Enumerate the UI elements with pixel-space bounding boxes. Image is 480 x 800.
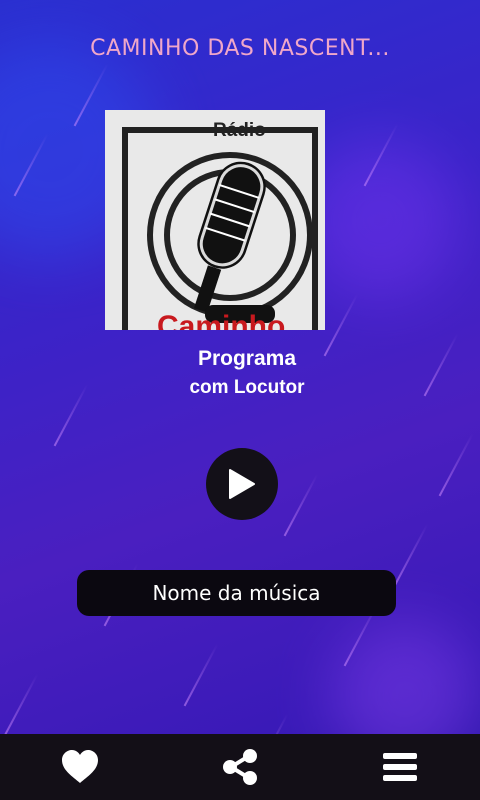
bottom-navigation-bar xyxy=(0,734,480,800)
microphone-logo-icon xyxy=(122,127,318,330)
program-title: Programa xyxy=(197,347,297,370)
play-icon xyxy=(229,469,255,499)
song-name: Nome da música xyxy=(152,581,321,605)
menu-icon xyxy=(383,753,417,781)
share-button[interactable] xyxy=(210,742,270,792)
heart-icon xyxy=(62,750,98,783)
cover-bottom-text: Caminho xyxy=(157,310,286,330)
page-title: CAMINHO DAS NASCENT... xyxy=(90,36,390,61)
play-button[interactable] xyxy=(206,448,278,520)
program-subtitle: com Locutor xyxy=(189,377,305,398)
favorite-button[interactable] xyxy=(50,742,110,792)
station-cover-image: Rádio Caminho xyxy=(105,110,325,330)
share-icon xyxy=(223,749,257,785)
menu-button[interactable] xyxy=(370,742,430,792)
song-name-display: Nome da música xyxy=(77,570,396,616)
